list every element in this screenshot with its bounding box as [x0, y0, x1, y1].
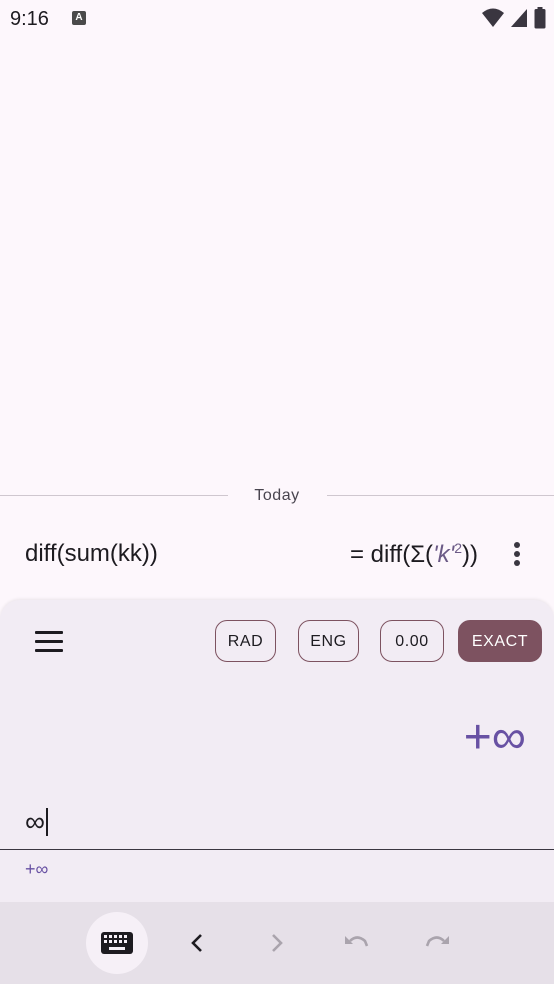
- history-expression[interactable]: diff(sum(kk)): [25, 540, 158, 568]
- history-divider-right: [327, 495, 554, 496]
- keyboard-icon: [101, 932, 133, 954]
- rad-button[interactable]: RAD: [215, 620, 276, 662]
- more-vert-icon[interactable]: [505, 539, 529, 573]
- status-time: 9:16: [10, 8, 49, 30]
- decimals-button[interactable]: 0.00: [380, 620, 444, 662]
- cursor-left-icon[interactable]: [182, 928, 212, 958]
- menu-icon[interactable]: [35, 631, 63, 653]
- keyboard-button[interactable]: [86, 912, 148, 974]
- wifi-icon: [482, 8, 504, 27]
- redo-icon[interactable]: [422, 928, 452, 958]
- history-section-label: Today: [254, 487, 300, 504]
- result-display: +∞: [463, 711, 526, 764]
- undo-icon[interactable]: [342, 928, 372, 958]
- expression-input[interactable]: ∞: [25, 806, 48, 838]
- history-divider-left: [0, 495, 228, 496]
- battery-icon: [534, 7, 546, 29]
- notification-a-icon: A: [72, 11, 86, 25]
- history-result-prefix: = diff(Σ(: [349, 541, 434, 568]
- result-preview: +∞: [25, 859, 49, 879]
- history-result-suffix: )): [462, 541, 478, 568]
- cell-signal-icon: [511, 9, 527, 27]
- input-underline: [0, 849, 554, 850]
- expression-text: ∞: [25, 806, 45, 837]
- cursor-right-icon[interactable]: [262, 928, 292, 958]
- history-result-exponent: 2: [454, 540, 463, 556]
- history-area: [0, 38, 554, 600]
- text-cursor: [45, 808, 48, 836]
- status-icons: [482, 7, 546, 29]
- exact-button[interactable]: EXACT: [458, 620, 542, 662]
- history-result-quoted: 'k': [433, 541, 455, 568]
- status-bar: 9:16 A: [0, 0, 554, 38]
- eng-button[interactable]: ENG: [298, 620, 359, 662]
- history-result[interactable]: = diff(Σ('k'2)): [350, 540, 478, 569]
